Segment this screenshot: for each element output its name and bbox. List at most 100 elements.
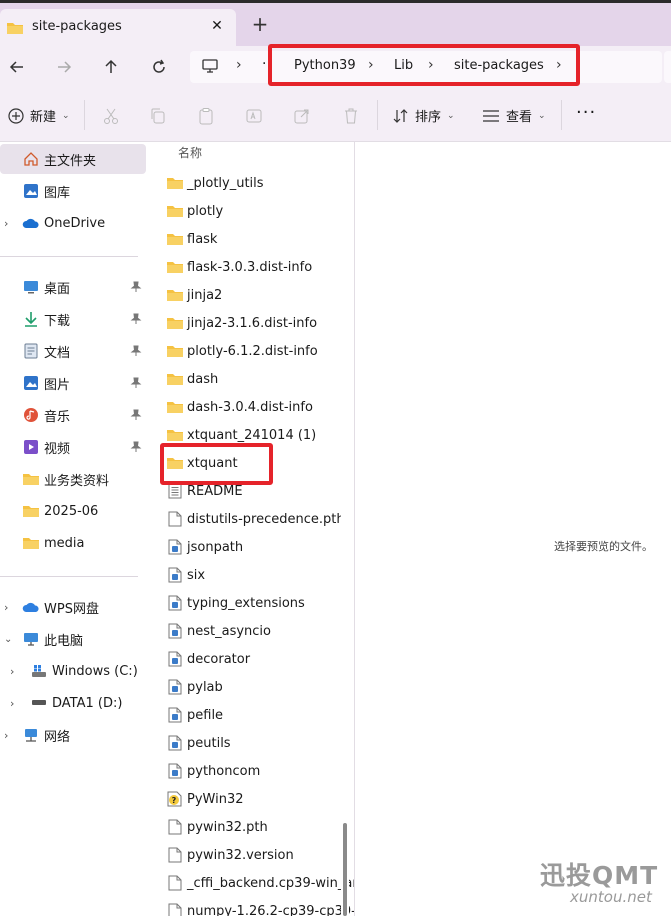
rename-icon[interactable] — [244, 106, 264, 126]
toolbar-divider — [377, 100, 378, 130]
sidebar-item-folder[interactable]: media — [0, 528, 146, 558]
file-row[interactable]: six — [164, 561, 340, 589]
sidebar-item-wps[interactable]: › WPS网盘 — [0, 592, 146, 622]
cut-icon[interactable] — [101, 106, 121, 126]
column-header-name[interactable]: 名称 — [178, 144, 202, 161]
new-tab-button[interactable]: + — [250, 14, 270, 34]
sidebar-item-music[interactable]: 音乐 — [0, 400, 146, 430]
sidebar-item-folder[interactable]: 业务类资料 — [0, 464, 146, 494]
file-name: _plotly_utils — [187, 175, 264, 191]
chevron-right-icon[interactable]: › — [10, 697, 20, 710]
file-row[interactable]: typing_extensions — [164, 589, 340, 617]
file-row[interactable]: dash — [164, 365, 340, 393]
file-row[interactable]: jinja2 — [164, 281, 340, 309]
windows-drive-icon — [30, 662, 48, 680]
file-row[interactable]: numpy-1.26.2-cp39-cp39- — [164, 897, 356, 916]
search-box[interactable] — [664, 51, 671, 83]
sidebar-item-drive-d[interactable]: › DATA1 (D:) — [0, 688, 146, 718]
sidebar-item-folder[interactable]: 2025-06 — [0, 496, 146, 526]
file-row[interactable]: flask — [164, 225, 340, 253]
file-row[interactable]: _plotly_utils — [164, 169, 340, 197]
view-button[interactable]: 查看 ⌄ — [482, 106, 546, 125]
share-icon[interactable] — [292, 106, 312, 126]
back-button[interactable] — [6, 56, 28, 78]
sort-button[interactable]: 排序 ⌄ — [393, 106, 455, 125]
folder-icon — [166, 398, 184, 416]
python-file-icon — [166, 762, 184, 780]
pin-icon[interactable] — [130, 441, 142, 453]
file-name: jinja2-3.1.6.dist-info — [187, 315, 318, 331]
sidebar-item-pictures[interactable]: 图片 — [0, 368, 146, 398]
file-row[interactable]: pywin32.version — [164, 841, 340, 869]
close-tab-icon[interactable]: ✕ — [207, 16, 227, 36]
svg-text:?: ? — [172, 796, 177, 805]
watermark-title: 迅投QMT — [540, 861, 659, 890]
file-row[interactable]: plotly-6.1.2.dist-info — [164, 337, 340, 365]
python-file-icon — [166, 622, 184, 640]
file-row[interactable]: peutils — [164, 729, 340, 757]
file-row[interactable]: pywin32.pth — [164, 813, 340, 841]
pin-icon[interactable] — [130, 377, 142, 389]
file-row[interactable]: nest_asyncio — [164, 617, 340, 645]
sidebar-item-network[interactable]: › 网络 — [0, 720, 146, 750]
scrollbar-track[interactable] — [341, 142, 349, 916]
file-row[interactable]: decorator — [164, 645, 340, 673]
file-row[interactable]: jinja2-3.1.6.dist-info — [164, 309, 340, 337]
scrollbar-thumb[interactable] — [343, 823, 347, 916]
sidebar-item-videos[interactable]: 视频 — [0, 432, 146, 462]
file-row[interactable]: flask-3.0.3.dist-info — [164, 253, 340, 281]
sidebar-item-home[interactable]: 主文件夹 — [0, 144, 146, 174]
plus-circle-icon — [8, 107, 24, 124]
navigation-pane: 主文件夹 图库 › OneDrive 桌面 下载 文档 图片 音乐 视频 业务类… — [0, 142, 148, 916]
folder-icon — [166, 202, 184, 220]
file-name: nest_asyncio — [187, 623, 271, 639]
file-row[interactable]: _cffi_backend.cp39-win_an — [164, 869, 361, 897]
sidebar-item-label: 视频 — [44, 441, 71, 457]
chevron-right-icon[interactable]: › — [4, 729, 14, 742]
file-row[interactable]: dash-3.0.4.dist-info — [164, 393, 340, 421]
folder-icon — [166, 314, 184, 332]
file-icon — [166, 874, 184, 892]
file-row[interactable]: pefile — [164, 701, 340, 729]
up-button[interactable] — [100, 56, 122, 78]
file-name: flask-3.0.3.dist-info — [187, 259, 313, 275]
chevron-right-icon[interactable]: › — [4, 217, 14, 230]
tab-site-packages[interactable]: site-packages ✕ — [0, 9, 236, 46]
refresh-button[interactable] — [148, 56, 170, 78]
delete-icon[interactable] — [341, 106, 361, 126]
sidebar-item-onedrive[interactable]: › OneDrive — [0, 208, 146, 238]
sidebar-item-downloads[interactable]: 下载 — [0, 304, 146, 334]
file-row[interactable]: pythoncom — [164, 757, 340, 785]
file-row[interactable]: jsonpath — [164, 533, 340, 561]
sidebar-item-gallery[interactable]: 图库 — [0, 176, 146, 206]
paste-icon[interactable] — [196, 106, 216, 126]
chevron-right-icon[interactable]: › — [10, 665, 20, 678]
file-name: README — [187, 483, 243, 499]
tab-title: site-packages — [32, 19, 122, 34]
sidebar-item-label: 图库 — [44, 185, 71, 201]
sidebar-item-label: 2025-06 — [44, 503, 99, 519]
more-options-icon[interactable]: ··· — [576, 102, 596, 123]
new-button[interactable]: 新建 ⌄ — [8, 106, 70, 125]
chevron-down-icon: ⌄ — [447, 110, 455, 121]
sidebar-item-label: 图片 — [44, 377, 71, 393]
pin-icon[interactable] — [130, 345, 142, 357]
sidebar-item-desktop[interactable]: 桌面 — [0, 272, 146, 302]
copy-icon[interactable] — [148, 106, 168, 126]
pin-icon[interactable] — [130, 409, 142, 421]
help-file-icon: ? — [166, 790, 184, 808]
file-row[interactable]: pylab — [164, 673, 340, 701]
preview-message: 选择要预览的文件。 — [554, 540, 653, 553]
chevron-right-icon[interactable]: › — [4, 601, 14, 614]
sidebar-item-drive-c[interactable]: › Windows (C:) — [0, 656, 146, 686]
python-file-icon — [166, 706, 184, 724]
sidebar-item-this-pc[interactable]: ⌄ 此电脑 — [0, 624, 146, 654]
forward-button[interactable] — [53, 56, 75, 78]
file-row[interactable]: distutils-precedence.pth — [164, 505, 345, 533]
file-row[interactable]: ? PyWin32 — [164, 785, 340, 813]
pin-icon[interactable] — [130, 281, 142, 293]
file-row[interactable]: plotly — [164, 197, 340, 225]
chevron-down-icon[interactable]: ⌄ — [4, 634, 14, 645]
sidebar-item-documents[interactable]: 文档 — [0, 336, 146, 366]
pin-icon[interactable] — [130, 313, 142, 325]
